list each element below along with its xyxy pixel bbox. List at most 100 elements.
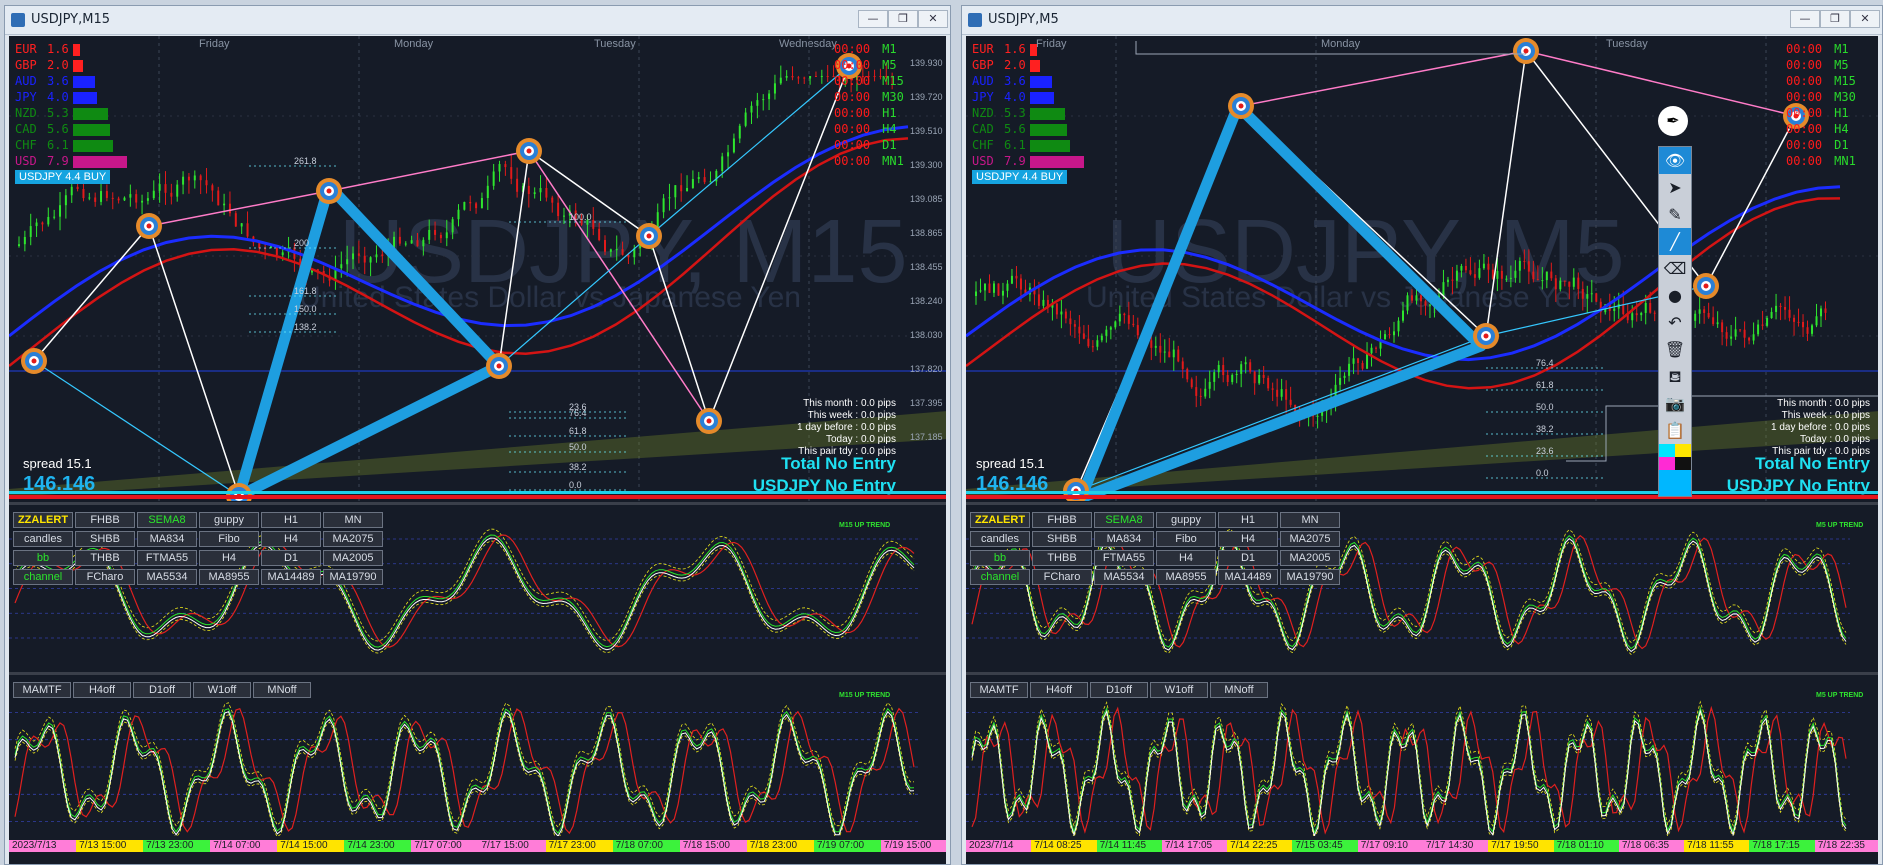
indicator-button-h4[interactable]: H4 bbox=[261, 531, 321, 547]
candle-body bbox=[105, 191, 108, 198]
indicator-button-ma14489[interactable]: MA14489 bbox=[261, 569, 321, 585]
ma-button-mnoff[interactable]: MNoff bbox=[253, 682, 311, 698]
indicator-button-guppy[interactable]: guppy bbox=[1156, 512, 1216, 528]
indicator-button-zzalert[interactable]: ZZALERT bbox=[970, 512, 1030, 528]
chart-content[interactable]: Friday Monday Tuesday Wednesday USDJPY, … bbox=[9, 36, 946, 864]
dot-icon[interactable]: ● bbox=[1659, 282, 1691, 309]
pane-separator[interactable] bbox=[966, 672, 1878, 675]
ma-button-w1off[interactable]: W1off bbox=[1150, 682, 1208, 698]
eraser-icon[interactable]: ⌫ bbox=[1659, 255, 1691, 282]
ma-button-h4off[interactable]: H4off bbox=[1030, 682, 1088, 698]
ma-button-mamtf[interactable]: MAMTF bbox=[13, 682, 71, 698]
indicator-button-fibo[interactable]: Fibo bbox=[1156, 531, 1216, 547]
indicator-button-fcharo[interactable]: FCharo bbox=[75, 569, 135, 585]
oscillator-pane-2[interactable]: M15 UP TREND MAMTF H4off D1off W1off MNoff bbox=[9, 676, 946, 858]
pane-separator[interactable] bbox=[9, 672, 946, 675]
indicator-button-ftma55[interactable]: FTMA55 bbox=[1094, 550, 1154, 566]
color-swatch[interactable] bbox=[1675, 444, 1691, 457]
indicator-button-ma834[interactable]: MA834 bbox=[1094, 531, 1154, 547]
restore-button[interactable]: ❐ bbox=[1820, 10, 1850, 28]
eye-icon[interactable]: 👁 bbox=[1659, 147, 1691, 174]
oscillator-pane-2[interactable]: M5 UP TREND MAMTF H4off D1off W1off MNoff bbox=[966, 676, 1878, 858]
color-swatch[interactable] bbox=[1675, 457, 1691, 470]
oscillator-pane-1[interactable]: M5 UP TREND ZZALERT FHBB SEMA8 guppy H1 MN can… bbox=[966, 506, 1878, 671]
bucket-icon[interactable]: ⛾ bbox=[1659, 363, 1691, 390]
ma-button-mnoff[interactable]: MNoff bbox=[1210, 682, 1268, 698]
pane-separator[interactable] bbox=[966, 502, 1878, 505]
indicator-button-bb[interactable]: bb bbox=[970, 550, 1030, 566]
indicator-button-fhbb[interactable]: FHBB bbox=[1032, 512, 1092, 528]
chart-content[interactable]: Friday Monday Tuesday USDJPY, M5 United … bbox=[966, 36, 1878, 864]
indicator-button-channel[interactable]: channel bbox=[970, 569, 1030, 585]
indicator-button-ma2075[interactable]: MA2075 bbox=[1280, 531, 1340, 547]
indicator-button-ma5534[interactable]: MA5534 bbox=[137, 569, 197, 585]
indicator-button-bb[interactable]: bb bbox=[13, 550, 73, 566]
ma-button-w1off[interactable]: W1off bbox=[193, 682, 251, 698]
drawing-toolbar[interactable]: 👁 ➤ ✎ ╱ ⌫ ● ↶ 🗑 ⛾ 📷 📋 bbox=[1658, 146, 1692, 497]
indicator-button-h4[interactable]: H4 bbox=[1156, 550, 1216, 566]
indicator-button-fhbb[interactable]: FHBB bbox=[75, 512, 135, 528]
indicator-button-guppy[interactable]: guppy bbox=[199, 512, 259, 528]
indicator-button-h1[interactable]: H1 bbox=[261, 512, 321, 528]
close-button[interactable]: ✕ bbox=[1850, 10, 1880, 28]
chart-window-usdjpy-m5[interactable]: USDJPY,M5 — ❐ ✕ Friday Monday Tuesday US… bbox=[961, 5, 1883, 865]
clipboard-icon[interactable]: 📋 bbox=[1659, 417, 1691, 444]
undo-icon[interactable]: ↶ bbox=[1659, 309, 1691, 336]
indicator-button-ma19790[interactable]: MA19790 bbox=[323, 569, 383, 585]
indicator-button-mn[interactable]: MN bbox=[323, 512, 383, 528]
indicator-button-mn[interactable]: MN bbox=[1280, 512, 1340, 528]
restore-button[interactable]: ❐ bbox=[888, 10, 918, 28]
indicator-button-fcharo[interactable]: FCharo bbox=[1032, 569, 1092, 585]
pencil-icon[interactable]: ✎ bbox=[1659, 201, 1691, 228]
indicator-button-ma2075[interactable]: MA2075 bbox=[323, 531, 383, 547]
indicator-button-sema8[interactable]: SEMA8 bbox=[1094, 512, 1154, 528]
color-swatch[interactable] bbox=[1659, 444, 1675, 457]
close-button[interactable]: ✕ bbox=[918, 10, 948, 28]
pane-separator[interactable] bbox=[9, 502, 946, 505]
window-titlebar[interactable]: USDJPY,M15 — ❐ ✕ bbox=[5, 6, 950, 35]
camera-icon[interactable]: 📷 bbox=[1659, 390, 1691, 417]
indicator-button-d1[interactable]: D1 bbox=[261, 550, 321, 566]
indicator-button-candles[interactable]: candles bbox=[970, 531, 1030, 547]
color-swatch[interactable] bbox=[1659, 457, 1675, 470]
window-titlebar[interactable]: USDJPY,M5 — ❐ ✕ bbox=[962, 6, 1882, 35]
trash-icon[interactable]: 🗑 bbox=[1659, 336, 1691, 363]
minimize-button[interactable]: — bbox=[858, 10, 888, 28]
minimize-button[interactable]: — bbox=[1790, 10, 1820, 28]
indicator-button-ma8955[interactable]: MA8955 bbox=[1156, 569, 1216, 585]
indicator-button-thbb[interactable]: THBB bbox=[1032, 550, 1092, 566]
chart-window-usdjpy-m15[interactable]: USDJPY,M15 — ❐ ✕ Friday Monday Tuesday W… bbox=[4, 5, 951, 865]
indicator-button-channel[interactable]: channel bbox=[13, 569, 73, 585]
indicator-button-ma5534[interactable]: MA5534 bbox=[1094, 569, 1154, 585]
indicator-button-ma2005[interactable]: MA2005 bbox=[323, 550, 383, 566]
ma-button-d1off[interactable]: D1off bbox=[1090, 682, 1148, 698]
line-icon[interactable]: ╱ bbox=[1659, 228, 1691, 255]
indicator-button-d1[interactable]: D1 bbox=[1218, 550, 1278, 566]
indicator-button-h4[interactable]: H4 bbox=[199, 550, 259, 566]
indicator-button-sema8[interactable]: SEMA8 bbox=[137, 512, 197, 528]
indicator-button-candles[interactable]: candles bbox=[13, 531, 73, 547]
indicator-button-h4[interactable]: H4 bbox=[1218, 531, 1278, 547]
pen-icon[interactable]: ✒ bbox=[1658, 106, 1688, 136]
price-pane[interactable]: Friday Monday Tuesday Wednesday USDJPY, … bbox=[9, 36, 946, 501]
indicator-button-ma8955[interactable]: MA8955 bbox=[199, 569, 259, 585]
indicator-button-shbb[interactable]: SHBB bbox=[75, 531, 135, 547]
indicator-button-h1[interactable]: H1 bbox=[1218, 512, 1278, 528]
indicator-button-zzalert[interactable]: ZZALERT bbox=[13, 512, 73, 528]
indicator-button-ma2005[interactable]: MA2005 bbox=[1280, 550, 1340, 566]
color-palette[interactable] bbox=[1659, 444, 1691, 496]
ma-button-d1off[interactable]: D1off bbox=[133, 682, 191, 698]
indicator-button-ftma55[interactable]: FTMA55 bbox=[137, 550, 197, 566]
indicator-button-shbb[interactable]: SHBB bbox=[1032, 531, 1092, 547]
ma-button-mamtf[interactable]: MAMTF bbox=[970, 682, 1028, 698]
indicator-button-ma19790[interactable]: MA19790 bbox=[1280, 569, 1340, 585]
ma-button-h4off[interactable]: H4off bbox=[73, 682, 131, 698]
price-pane[interactable]: Friday Monday Tuesday USDJPY, M5 United … bbox=[966, 36, 1878, 501]
indicator-button-thbb[interactable]: THBB bbox=[75, 550, 135, 566]
cursor-icon[interactable]: ➤ bbox=[1659, 174, 1691, 201]
indicator-button-ma14489[interactable]: MA14489 bbox=[1218, 569, 1278, 585]
indicator-button-ma834[interactable]: MA834 bbox=[137, 531, 197, 547]
oscillator-pane-1[interactable]: M15 UP TREND ZZALERT FHBB SEMA8 guppy H1 MN ca… bbox=[9, 506, 946, 671]
indicator-button-fibo[interactable]: Fibo bbox=[199, 531, 259, 547]
price-chart-svg[interactable]: 76.4 61.8 50.0 38.2 23.6 0.0 bbox=[966, 36, 1878, 501]
